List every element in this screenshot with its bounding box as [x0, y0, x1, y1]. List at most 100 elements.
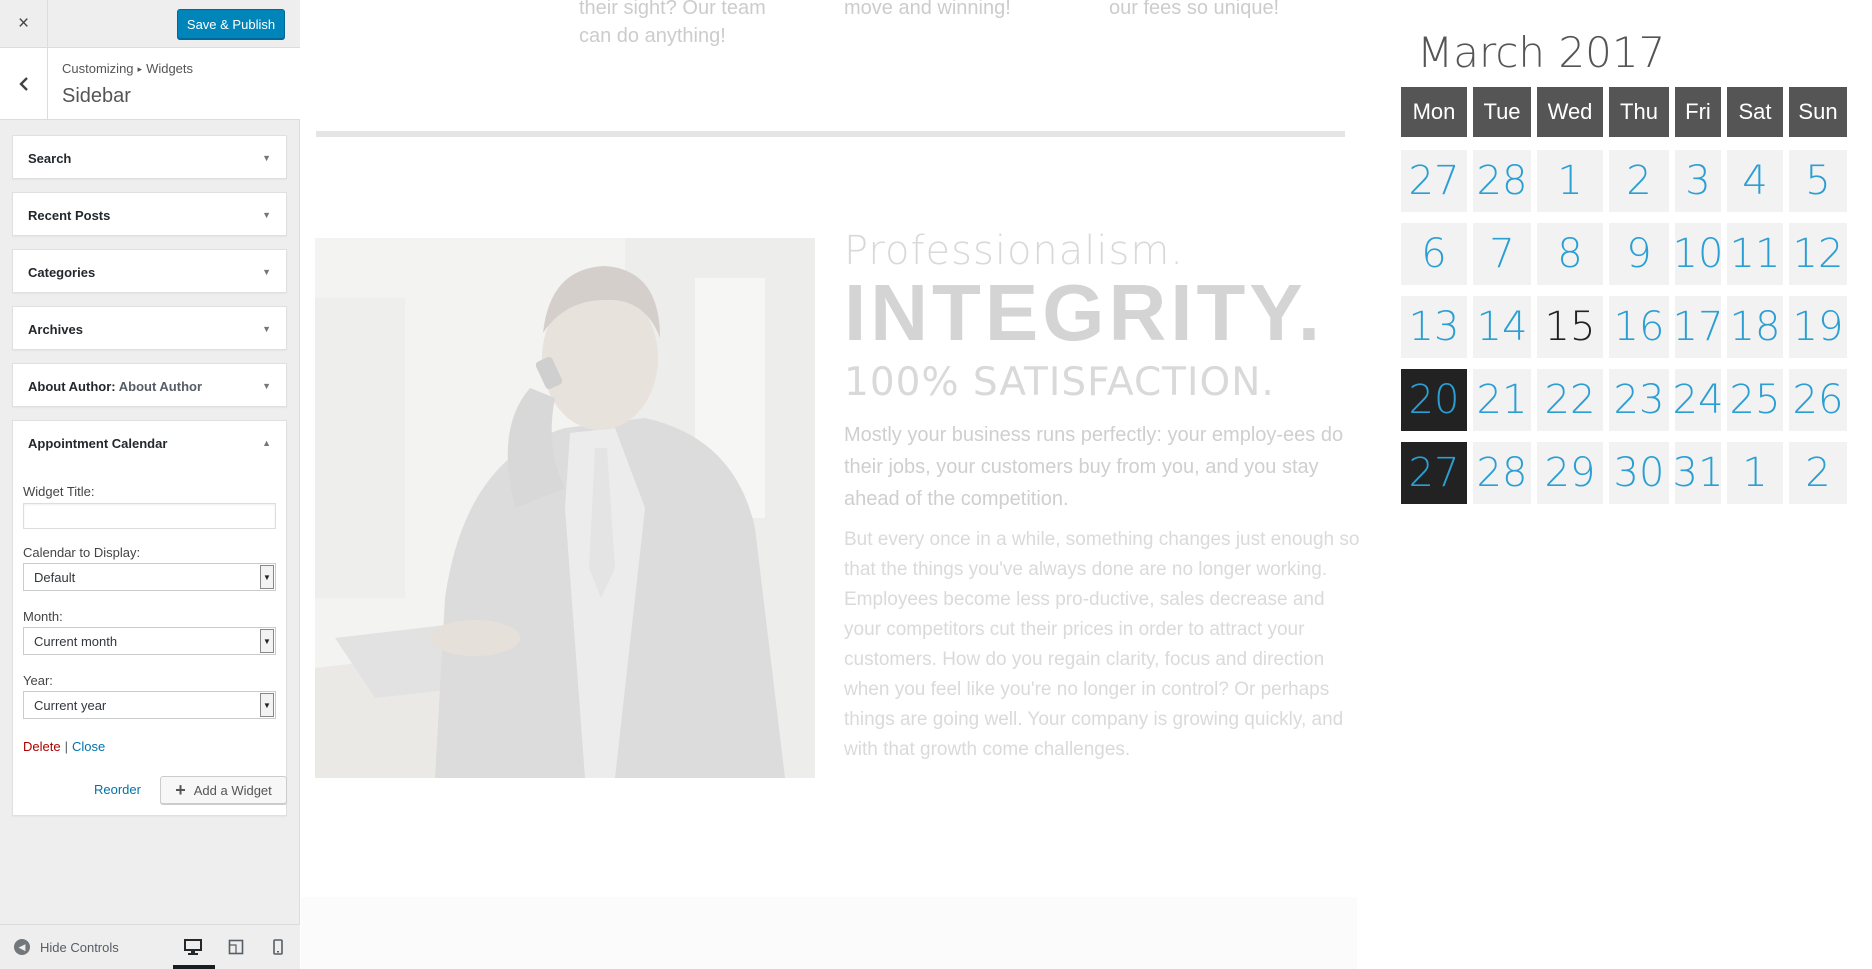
expand-arrow-icon[interactable]: ▼: [262, 153, 271, 163]
month-select-value: Current month: [34, 634, 118, 649]
calendar-day[interactable]: 6: [1401, 223, 1467, 285]
back-arrow-icon[interactable]: [0, 48, 48, 120]
calendar-day[interactable]: 22: [1537, 369, 1603, 431]
collapse-arrow-icon[interactable]: ▲: [262, 438, 271, 448]
calendar-day[interactable]: 10: [1673, 223, 1723, 285]
calendar-day[interactable]: 27: [1401, 150, 1467, 212]
month-label: Month:: [23, 609, 63, 624]
calendar-day[interactable]: 1: [1537, 150, 1603, 212]
calendar-day[interactable]: 25: [1727, 369, 1783, 431]
calendar-day[interactable]: 19: [1789, 296, 1847, 358]
calendar-select[interactable]: Default ▼: [23, 563, 276, 591]
breadcrumb-current: Widgets: [146, 61, 194, 76]
dropdown-arrow-icon[interactable]: ▼: [260, 693, 274, 717]
calendar-label: Calendar to Display:: [23, 545, 141, 560]
about-text-block: Professionalism. INTEGRITY. 100% SATISFA…: [844, 228, 1364, 765]
calendar-weekday-header: Sat: [1727, 87, 1783, 137]
calendar-day[interactable]: 2: [1609, 150, 1669, 212]
widget-title-instance: About Author: [118, 379, 203, 394]
active-device-indicator: [173, 965, 215, 969]
widget-title: Search: [28, 151, 72, 166]
month-select[interactable]: Current month ▼: [23, 627, 276, 655]
breadcrumb-separator: ▸: [137, 64, 143, 74]
calendar-day[interactable]: 27: [1401, 442, 1467, 504]
calendar-day[interactable]: 4: [1727, 150, 1783, 212]
section-divider: [316, 131, 1345, 137]
calendar-day[interactable]: 15: [1537, 296, 1603, 358]
calendar-weekday-header: Fri: [1675, 87, 1721, 137]
widget-header[interactable]: Appointment Calendar ▲: [13, 421, 286, 465]
calendar-day[interactable]: 20: [1401, 369, 1467, 431]
calendar-day[interactable]: 21: [1473, 369, 1531, 431]
expand-arrow-icon[interactable]: ▼: [262, 210, 271, 220]
calendar-day[interactable]: 16: [1609, 296, 1669, 358]
feature-snippet: their sight? Our team can do anything!: [579, 0, 766, 47]
delete-link[interactable]: Delete: [23, 739, 61, 754]
close-link[interactable]: Close: [72, 739, 105, 754]
calendar-day[interactable]: 28: [1473, 442, 1531, 504]
calendar-day[interactable]: 8: [1537, 223, 1603, 285]
widget-title-label: Widget Title:: [23, 484, 95, 499]
calendar-day[interactable]: 13: [1401, 296, 1467, 358]
section-header: Customizing ▸ Widgets Sidebar: [0, 48, 300, 120]
calendar-day[interactable]: 3: [1675, 150, 1721, 212]
calendar-day[interactable]: 28: [1473, 150, 1531, 212]
widget-title: Categories: [28, 265, 96, 280]
widget-recent-posts[interactable]: Recent Posts ▼: [12, 192, 287, 236]
calendar-day[interactable]: 26: [1789, 369, 1847, 431]
expand-arrow-icon[interactable]: ▼: [262, 267, 271, 277]
calendar-day[interactable]: 31: [1673, 442, 1723, 504]
calendar-day[interactable]: 12: [1789, 223, 1847, 285]
calendar-day[interactable]: 9: [1609, 223, 1669, 285]
mobile-preview-icon[interactable]: [268, 937, 288, 957]
collapse-circle-icon: ◀: [14, 939, 30, 955]
reorder-link[interactable]: Reorder: [94, 782, 141, 797]
expand-arrow-icon[interactable]: ▼: [262, 324, 271, 334]
widget-title: Appointment Calendar: [28, 436, 168, 451]
dropdown-arrow-icon[interactable]: ▼: [260, 629, 274, 653]
calendar-day[interactable]: 7: [1473, 223, 1531, 285]
widget-search[interactable]: Search ▼: [12, 135, 287, 179]
calendar-weekday-header: Wed: [1537, 87, 1603, 137]
widget-title: Recent Posts: [28, 208, 111, 223]
tablet-preview-icon[interactable]: [226, 937, 246, 957]
calendar-day[interactable]: 5: [1789, 150, 1847, 212]
expand-arrow-icon[interactable]: ▼: [262, 381, 271, 391]
feature-snippet: our fees so unique!: [1109, 0, 1280, 19]
feature-snippet: move and winning!: [844, 0, 1011, 19]
calendar-day[interactable]: 11: [1727, 223, 1783, 285]
calendar-day[interactable]: 29: [1537, 442, 1603, 504]
calendar-day[interactable]: 1: [1727, 442, 1783, 504]
dropdown-arrow-icon[interactable]: ▼: [260, 565, 274, 589]
breadcrumb-root: Customizing: [62, 61, 134, 76]
customizer-header: × Save & Publish: [0, 0, 300, 48]
widget-title: Archives: [28, 322, 83, 337]
calendar-day[interactable]: 23: [1609, 369, 1669, 431]
calendar-day[interactable]: 2: [1789, 442, 1847, 504]
widget-actions: Delete | Close: [23, 739, 105, 754]
widget-categories[interactable]: Categories ▼: [12, 249, 287, 293]
next-section-band: [301, 897, 1357, 969]
year-select[interactable]: Current year ▼: [23, 691, 276, 719]
widget-archives[interactable]: Archives ▼: [12, 306, 287, 350]
calendar-day[interactable]: 17: [1673, 296, 1723, 358]
close-icon[interactable]: ×: [0, 0, 48, 48]
calendar-day[interactable]: 30: [1609, 442, 1669, 504]
save-publish-button[interactable]: Save & Publish: [177, 9, 285, 39]
widget-title-input[interactable]: [23, 503, 276, 529]
section-title: Sidebar: [62, 85, 131, 107]
widget-appointment-calendar: Appointment Calendar ▲ Widget Title: Cal…: [12, 420, 287, 816]
hide-controls-button[interactable]: ◀ Hide Controls: [14, 939, 119, 955]
intro-paragraph: Mostly your business runs perfectly: you…: [844, 424, 1344, 510]
businessman-photo: [315, 238, 815, 778]
calendar-day[interactable]: 24: [1673, 369, 1723, 431]
calendar-day[interactable]: 18: [1727, 296, 1783, 358]
calendar-weekday-header: Mon: [1401, 87, 1467, 137]
desktop-preview-icon[interactable]: [183, 937, 203, 957]
widget-about-author[interactable]: About Author: About Author ▼: [12, 363, 287, 407]
calendar-weekday-header: Tue: [1473, 87, 1531, 137]
calendar-day[interactable]: 14: [1473, 296, 1531, 358]
widget-title: About Author: About Author: [28, 379, 202, 394]
year-select-value: Current year: [34, 698, 107, 713]
add-widget-button[interactable]: + Add a Widget: [160, 776, 287, 804]
